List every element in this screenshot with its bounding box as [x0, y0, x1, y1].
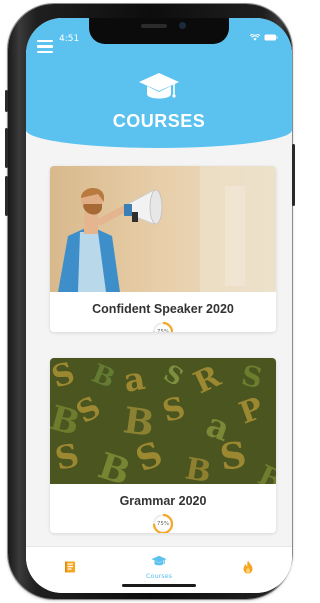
flame-icon [243, 560, 253, 574]
home-indicator [122, 584, 196, 587]
tab-book[interactable] [26, 547, 114, 587]
wifi-icon [250, 34, 260, 41]
progress-label: 75% [156, 329, 170, 332]
course-image [50, 166, 276, 292]
progress-ring: 75% [152, 513, 174, 533]
tab-courses[interactable]: Courses [115, 547, 203, 587]
course-image: S B a S R S B S B S a P S B S B S B [50, 358, 276, 484]
battery-icon [264, 34, 278, 41]
tab-streak[interactable] [204, 547, 292, 587]
course-list: Confident Speaker 2020 75% S B a S R S B… [26, 148, 292, 546]
front-camera [179, 22, 186, 29]
menu-button[interactable] [37, 40, 53, 54]
notch [89, 18, 229, 44]
power-button [292, 144, 295, 206]
menu-icon-line [37, 45, 53, 48]
progress-label: 75% [156, 521, 170, 527]
earpiece-speaker [141, 24, 167, 28]
course-card[interactable]: Confident Speaker 2020 75% [50, 166, 276, 332]
course-title: Confident Speaker 2020 [92, 302, 234, 316]
app-screen: 4:51 COURSES Confident Speaker 2020 75% … [26, 18, 292, 593]
progress-ring: 75% [152, 321, 174, 332]
volume-up-button [5, 128, 8, 168]
graduation-cap-icon [139, 73, 179, 99]
phone-frame: 4:51 COURSES Confident Speaker 2020 75% … [5, 4, 295, 599]
mute-switch [5, 90, 8, 112]
page-title: COURSES [112, 111, 206, 131]
book-icon [65, 561, 75, 573]
volume-down-button [5, 176, 8, 216]
menu-icon-line [37, 40, 53, 43]
course-title: Grammar 2020 [119, 494, 207, 508]
tab-label: Courses [145, 572, 173, 580]
menu-icon-line [37, 50, 53, 54]
status-indicators [250, 34, 278, 41]
graduation-cap-icon [151, 555, 167, 566]
status-time: 4:51 [59, 34, 80, 44]
course-card[interactable]: S B a S R S B S B S a P S B S B S B Gram… [50, 358, 276, 533]
